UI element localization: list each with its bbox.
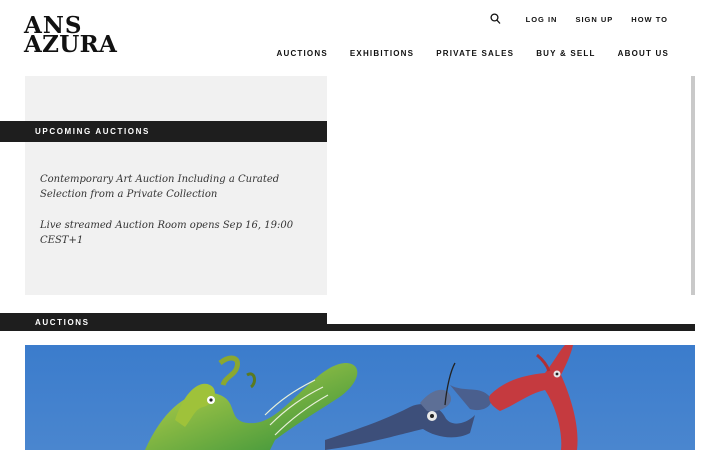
auctions-heading: AUCTIONS bbox=[35, 318, 90, 327]
auction-schedule: Live streamed Auction Room opens Sep 16,… bbox=[40, 220, 294, 246]
utility-nav: LOG IN SIGN UP HOW TO bbox=[490, 13, 668, 25]
auction-title[interactable]: Contemporary Art Auction Including a Cur… bbox=[40, 172, 310, 202]
nav-buy-sell[interactable]: BUY & SELL bbox=[536, 49, 595, 58]
site-logo[interactable]: ANS AZURA bbox=[24, 14, 120, 58]
auctions-band-rule bbox=[327, 324, 695, 331]
logo-line-2: AZURA bbox=[24, 31, 118, 58]
how-to-link[interactable]: HOW TO bbox=[631, 15, 668, 24]
main-nav: AUCTIONS EXHIBITIONS PRIVATE SALES BUY &… bbox=[276, 49, 669, 58]
log-in-link[interactable]: LOG IN bbox=[526, 15, 558, 24]
nav-about-us[interactable]: ABOUT US bbox=[618, 49, 669, 58]
nav-private-sales[interactable]: PRIVATE SALES bbox=[436, 49, 514, 58]
auction-artwork-image[interactable] bbox=[25, 345, 695, 450]
featured-image-area bbox=[327, 76, 690, 324]
nav-exhibitions[interactable]: EXHIBITIONS bbox=[350, 49, 414, 58]
upcoming-auctions-heading: UPCOMING AUCTIONS bbox=[35, 127, 150, 136]
scrollbar[interactable] bbox=[691, 76, 695, 295]
search-icon[interactable] bbox=[490, 13, 501, 25]
upcoming-auction-details[interactable]: Contemporary Art Auction Including a Cur… bbox=[40, 172, 310, 264]
sign-up-link[interactable]: SIGN UP bbox=[575, 15, 613, 24]
nav-auctions[interactable]: AUCTIONS bbox=[276, 49, 327, 58]
